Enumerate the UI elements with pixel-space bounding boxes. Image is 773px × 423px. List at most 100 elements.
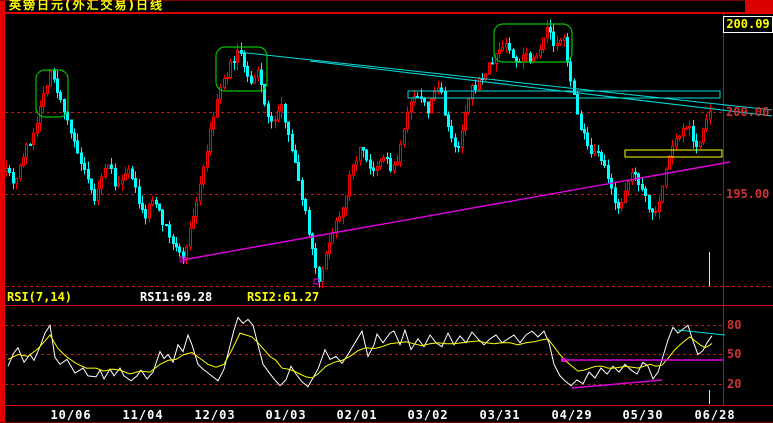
- candle-down: [362, 147, 365, 158]
- chart-canvas[interactable]: [0, 0, 773, 423]
- candle-body: [348, 174, 351, 197]
- candle-body: [294, 150, 297, 164]
- candle-down: [692, 120, 695, 149]
- candle-body: [134, 178, 137, 188]
- candle-up: [151, 196, 154, 206]
- candle-body: [580, 113, 583, 131]
- candle-down: [580, 110, 583, 132]
- rsi-params-label[interactable]: RSI(7,14): [7, 290, 72, 304]
- candle-up: [348, 171, 351, 201]
- candle-body: [464, 111, 467, 131]
- candle-body: [141, 202, 144, 210]
- candle-body: [42, 93, 45, 107]
- chart-window: 英镑日元(外汇交易)日线 200.09 RSI(7,14) RSI1:69.28…: [0, 0, 773, 423]
- candle-down: [56, 71, 59, 99]
- candle-up: [685, 126, 688, 130]
- candle-body: [243, 53, 246, 68]
- candle-body: [603, 160, 606, 166]
- candle-body: [257, 69, 260, 79]
- candle-body: [246, 66, 249, 77]
- candle-down: [552, 24, 555, 52]
- candle-body: [450, 125, 453, 139]
- candle-body: [617, 201, 620, 209]
- candle-up: [396, 155, 399, 167]
- candle-up: [328, 235, 331, 260]
- candle-body: [59, 92, 62, 100]
- candle-body: [515, 57, 518, 62]
- candle-up: [195, 196, 198, 224]
- resistance-trendline-cyan[interactable]: [309, 60, 773, 117]
- candle-body: [474, 85, 477, 91]
- titlebar-corner-block[interactable]: [745, 0, 773, 12]
- candle-body: [32, 132, 35, 146]
- candle-body: [138, 186, 141, 204]
- candle-body: [549, 26, 552, 33]
- candle-up: [15, 177, 18, 190]
- rsi-cyan-segment[interactable]: [677, 329, 726, 336]
- candle-up: [355, 155, 358, 171]
- candle-body: [444, 91, 447, 116]
- candle-up: [226, 71, 229, 85]
- candle-up: [631, 167, 634, 185]
- candle-body: [308, 210, 311, 235]
- candle-up: [342, 206, 345, 225]
- candle-body: [675, 138, 678, 147]
- candle-body: [369, 159, 372, 169]
- candle-body: [250, 75, 253, 84]
- channel-box-cyan[interactable]: [407, 90, 721, 99]
- candle-body: [202, 166, 205, 185]
- candle-body: [641, 183, 644, 190]
- resistance-trendline-cyan[interactable]: [237, 51, 773, 111]
- candle-body: [110, 164, 113, 170]
- rsi2-value-label: RSI2:61.27: [247, 290, 320, 304]
- candle-body: [447, 114, 450, 127]
- candle-up: [335, 217, 338, 239]
- candle-up: [627, 179, 630, 196]
- last-price-badge: 200.09: [723, 16, 773, 33]
- candle-up: [253, 73, 256, 85]
- candle-body: [688, 125, 691, 129]
- candle-down: [110, 158, 113, 174]
- candle-body: [597, 150, 600, 153]
- rsi-axis-label: 80: [727, 318, 742, 332]
- candle-body: [644, 188, 647, 197]
- candle-up: [542, 37, 545, 54]
- candle-up: [699, 141, 702, 149]
- candle-up: [331, 228, 334, 244]
- candle-down: [134, 171, 137, 193]
- candle-up: [702, 127, 705, 146]
- candle-body: [199, 183, 202, 202]
- candle-up: [437, 80, 440, 95]
- candle-up: [199, 175, 202, 206]
- candle-body: [546, 26, 549, 39]
- rsi-line-handle[interactable]: [561, 358, 565, 362]
- candle-body: [87, 169, 90, 180]
- candle-up: [461, 124, 464, 154]
- candle-body: [284, 103, 287, 123]
- candle-up: [522, 47, 525, 70]
- candle-down: [267, 100, 270, 124]
- candle-body: [216, 98, 219, 118]
- candle-up: [410, 99, 413, 121]
- rsi-axis-label: 20: [727, 377, 742, 391]
- candle-up: [192, 209, 195, 230]
- candle-down: [90, 178, 93, 194]
- candle-down: [250, 71, 253, 86]
- candle-body: [90, 178, 93, 190]
- candle-body: [291, 134, 294, 152]
- candle-down: [508, 37, 511, 54]
- candle-body: [155, 199, 158, 205]
- titlebar-divider: [0, 12, 773, 14]
- candle-down: [457, 141, 460, 153]
- candle-up: [32, 128, 35, 151]
- date-axis-label: 11/04: [122, 408, 164, 422]
- support-trendline-magenta[interactable]: [181, 161, 731, 261]
- candle-down: [314, 242, 317, 275]
- candle-down: [29, 143, 32, 146]
- candle-body: [25, 143, 28, 158]
- grid-lines: [0, 13, 773, 406]
- candle-body: [73, 132, 76, 142]
- candle-body: [406, 111, 409, 130]
- date-axis-label: 03/31: [479, 408, 521, 422]
- candle-down: [287, 121, 290, 142]
